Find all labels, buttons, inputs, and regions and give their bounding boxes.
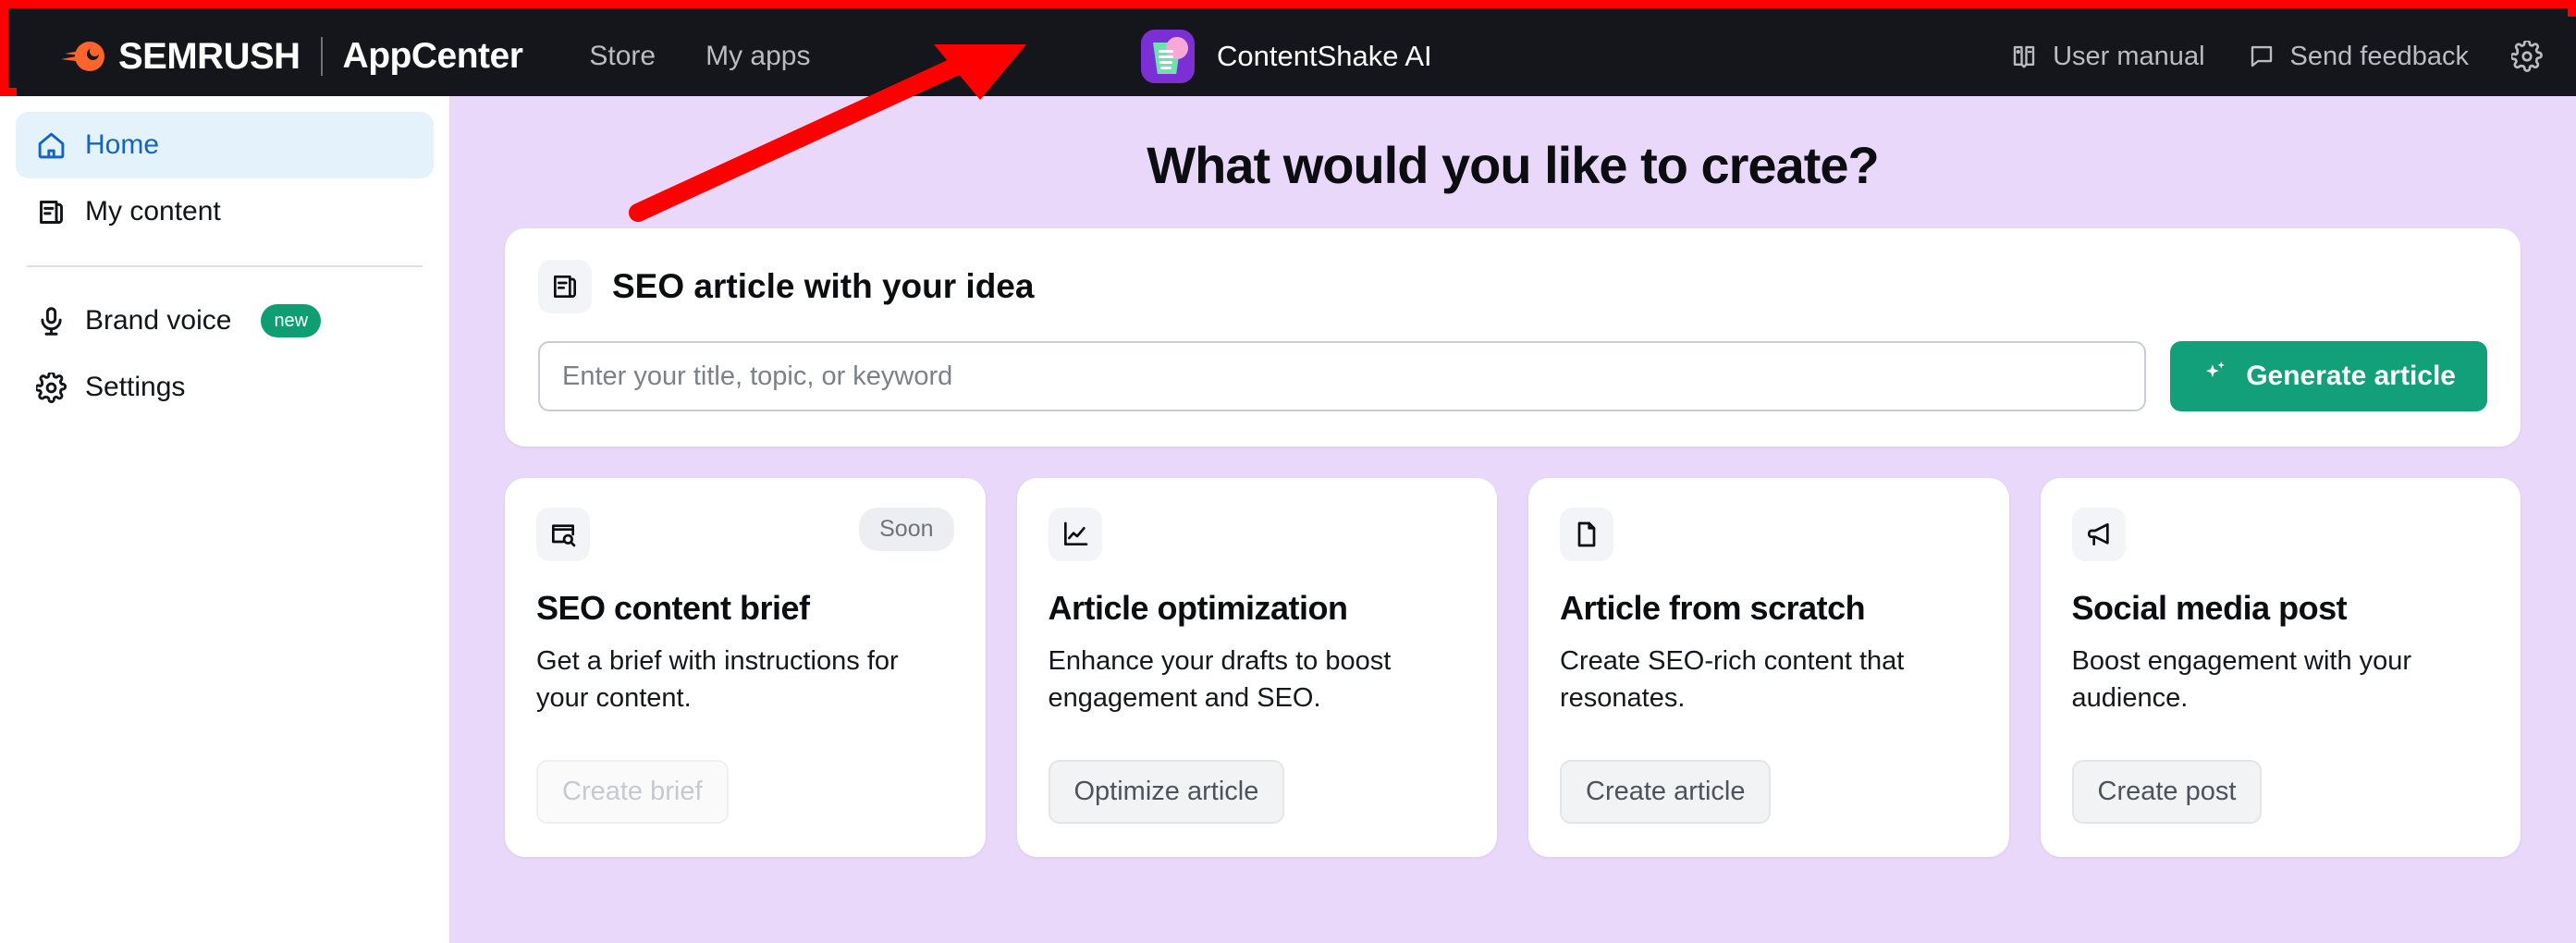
brand-voice-new-badge: new (261, 304, 322, 337)
send-feedback-label: Send feedback (2289, 41, 2469, 71)
user-manual-label: User manual (2053, 41, 2205, 71)
contentshake-app-icon (1141, 30, 1195, 83)
sidebar-item-settings[interactable]: Settings (16, 354, 434, 421)
file-icon (1560, 508, 1613, 561)
app-root: SEMRUSH AppCenter Store My apps ContentS… (0, 0, 2576, 943)
appcenter-wordmark: AppCenter (342, 36, 523, 76)
feature-cards-row: Soon SEO content brief Get a brief with … (505, 478, 2521, 857)
card-description: Boost engagement with your audience. (2071, 646, 2412, 714)
seo-article-card: SEO article with your idea Generate arti… (505, 228, 2521, 447)
card-title: Article optimization (1048, 589, 1349, 627)
header-nav: Store My apps (589, 41, 810, 72)
gear-icon[interactable] (2511, 41, 2543, 72)
create-post-button[interactable]: Create post (2071, 760, 2263, 824)
content-doc-icon (36, 197, 67, 227)
user-manual-button[interactable]: User manual (2010, 41, 2205, 72)
card-title: SEO content brief (536, 589, 810, 627)
header-actions: User manual Send feedback (2010, 41, 2543, 72)
card-top-row (1048, 508, 1466, 561)
main-content-area: What would you like to create? SEO artic… (449, 96, 2576, 943)
card-top-row (2071, 508, 2490, 561)
seo-card-header: SEO article with your idea (538, 260, 2487, 313)
card-description: Enhance your drafts to boost engagement … (1048, 646, 1392, 714)
sidebar-item-my-content[interactable]: My content (16, 178, 434, 245)
microphone-icon (36, 306, 67, 337)
nav-link-my-apps[interactable]: My apps (705, 41, 810, 72)
browser-search-icon (536, 508, 590, 561)
gear-icon (36, 372, 67, 403)
send-feedback-button[interactable]: Send feedback (2248, 42, 2469, 72)
page-title: What would you like to create? (1147, 136, 1879, 194)
card-description: Create SEO-rich content that resonates. (1560, 646, 1905, 714)
card-title: Article from scratch (1560, 589, 1866, 627)
brand-divider (320, 37, 323, 76)
feature-card-article-from-scratch[interactable]: Article from scratch Create SEO-rich con… (1528, 478, 2009, 857)
card-description: Get a brief with instructions for your c… (536, 646, 899, 714)
speech-bubble-icon (2248, 43, 2275, 70)
generate-article-label: Generate article (2246, 361, 2456, 391)
seo-card-title: SEO article with your idea (612, 267, 1035, 305)
create-article-button[interactable]: Create article (1560, 760, 1772, 824)
semrush-wordmark: SEMRUSH (118, 35, 301, 77)
card-top-row (1560, 508, 1978, 561)
semrush-comet-logo-icon (61, 38, 105, 75)
header-highlight-frame: SEMRUSH AppCenter Store My apps ContentS… (0, 0, 2576, 96)
feature-card-seo-content-brief[interactable]: Soon SEO content brief Get a brief with … (505, 478, 986, 857)
seo-topic-input[interactable] (538, 341, 2147, 411)
card-title: Social media post (2071, 589, 2348, 627)
optimize-article-button[interactable]: Optimize article (1048, 760, 1285, 824)
sidebar-item-brand-voice[interactable]: Brand voice new (16, 288, 434, 354)
nav-link-store[interactable]: Store (589, 41, 656, 72)
seo-card-input-row: Generate article (538, 341, 2487, 411)
top-header-bar: SEMRUSH AppCenter Store My apps ContentS… (17, 17, 2576, 96)
current-app-name: ContentShake AI (1217, 40, 1432, 72)
sidebar-item-brand-voice-label: Brand voice (85, 305, 232, 336)
feature-card-article-optimization[interactable]: Article optimization Enhance your drafts… (1016, 478, 1497, 857)
sidebar-item-my-content-label: My content (85, 196, 221, 227)
soon-badge: Soon (859, 508, 954, 551)
sidebar-divider (27, 265, 423, 267)
feature-card-social-media-post[interactable]: Social media post Boost engagement with … (2040, 478, 2521, 857)
document-lines-icon (538, 260, 592, 313)
sidebar-item-home-label: Home (85, 129, 160, 160)
current-app-identity: ContentShake AI (1141, 30, 1432, 83)
semrush-brand[interactable]: SEMRUSH AppCenter (61, 35, 523, 78)
generate-article-button[interactable]: Generate article (2170, 341, 2487, 411)
home-icon (36, 130, 67, 161)
card-top-row: Soon (536, 508, 954, 561)
book-icon (2010, 43, 2038, 70)
create-brief-button[interactable]: Create brief (536, 760, 729, 824)
megaphone-icon (2071, 508, 2126, 561)
sidebar-item-settings-label: Settings (85, 372, 186, 402)
line-chart-icon (1048, 508, 1102, 561)
sparkle-icon (2202, 359, 2229, 394)
sidebar-item-home[interactable]: Home (16, 112, 434, 178)
left-sidebar: Home My content Brand voice new Settings (0, 96, 449, 943)
